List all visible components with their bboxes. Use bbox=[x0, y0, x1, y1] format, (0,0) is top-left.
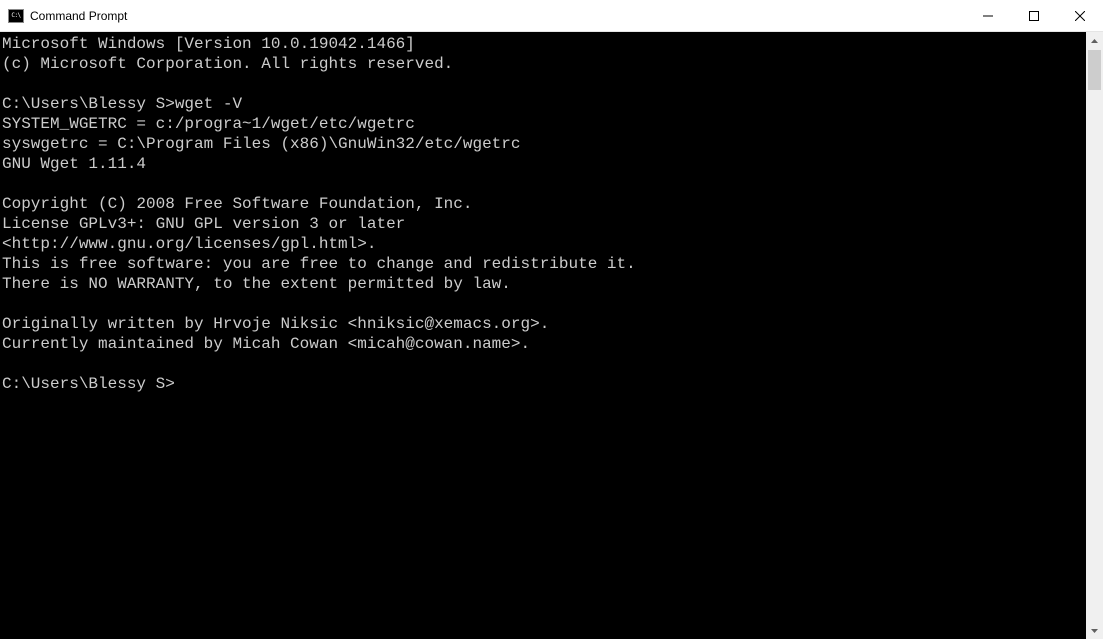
titlebar[interactable]: Command Prompt bbox=[0, 0, 1103, 32]
terminal-line: This is free software: you are free to c… bbox=[2, 254, 1086, 274]
chevron-up-icon bbox=[1091, 39, 1098, 43]
terminal-line: GNU Wget 1.11.4 bbox=[2, 154, 1086, 174]
terminal-line bbox=[2, 354, 1086, 374]
maximize-button[interactable] bbox=[1011, 0, 1057, 31]
terminal-line bbox=[2, 294, 1086, 314]
minimize-icon bbox=[983, 11, 993, 21]
terminal-line: SYSTEM_WGETRC = c:/progra~1/wget/etc/wge… bbox=[2, 114, 1086, 134]
terminal-line: Microsoft Windows [Version 10.0.19042.14… bbox=[2, 34, 1086, 54]
terminal-line bbox=[2, 74, 1086, 94]
terminal-line: License GPLv3+: GNU GPL version 3 or lat… bbox=[2, 214, 1086, 234]
terminal-line: Currently maintained by Micah Cowan <mic… bbox=[2, 334, 1086, 354]
minimize-button[interactable] bbox=[965, 0, 1011, 31]
terminal-line: (c) Microsoft Corporation. All rights re… bbox=[2, 54, 1086, 74]
terminal-line: syswgetrc = C:\Program Files (x86)\GnuWi… bbox=[2, 134, 1086, 154]
window-title: Command Prompt bbox=[30, 9, 127, 23]
terminal-line: Copyright (C) 2008 Free Software Foundat… bbox=[2, 194, 1086, 214]
chevron-down-icon bbox=[1091, 629, 1098, 633]
terminal-line: <http://www.gnu.org/licenses/gpl.html>. bbox=[2, 234, 1086, 254]
scroll-down-arrow[interactable] bbox=[1086, 622, 1103, 639]
terminal-line: C:\Users\Blessy S> bbox=[2, 374, 1086, 394]
terminal-line: Originally written by Hrvoje Niksic <hni… bbox=[2, 314, 1086, 334]
close-button[interactable] bbox=[1057, 0, 1103, 31]
scroll-up-arrow[interactable] bbox=[1086, 32, 1103, 49]
close-icon bbox=[1075, 11, 1085, 21]
terminal-line bbox=[2, 174, 1086, 194]
vertical-scrollbar[interactable] bbox=[1086, 32, 1103, 639]
scrollbar-thumb[interactable] bbox=[1088, 50, 1101, 90]
terminal-wrapper: Microsoft Windows [Version 10.0.19042.14… bbox=[0, 32, 1103, 639]
terminal-line: There is NO WARRANTY, to the extent perm… bbox=[2, 274, 1086, 294]
cmd-app-icon bbox=[8, 8, 24, 24]
terminal-line: C:\Users\Blessy S>wget -V bbox=[2, 94, 1086, 114]
terminal-output[interactable]: Microsoft Windows [Version 10.0.19042.14… bbox=[0, 32, 1086, 639]
window-controls bbox=[965, 0, 1103, 31]
maximize-icon bbox=[1029, 11, 1039, 21]
